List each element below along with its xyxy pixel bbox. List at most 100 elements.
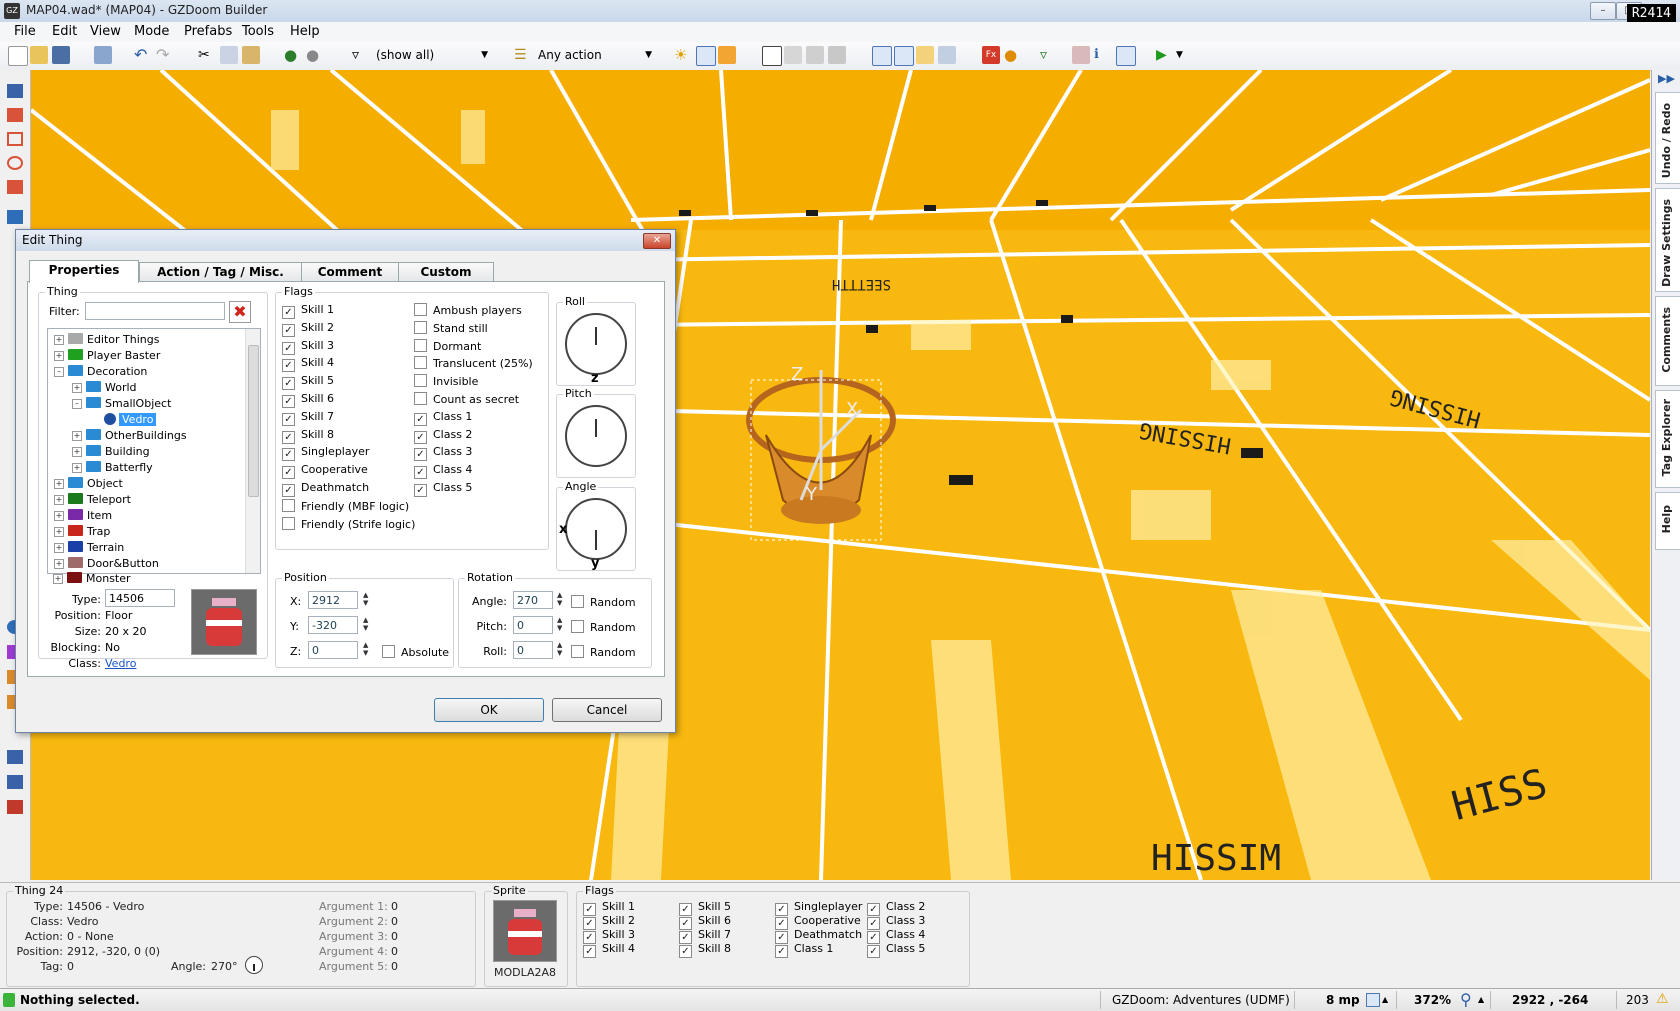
new-map-icon[interactable] [8,46,28,66]
tree-item-decoration[interactable]: – Decoration [54,365,147,378]
fog-icon[interactable] [1072,46,1090,64]
type-input[interactable]: 14506 [105,589,175,607]
flag-checkbox[interactable]: ✓ Skill 5 [282,374,334,391]
chevron-up-icon[interactable]: ▲ [1478,995,1484,1004]
paste-icon[interactable] [242,46,260,64]
fx-icon[interactable]: Fx [982,46,1000,64]
tree-item-batterfly[interactable]: + Batterfly [72,461,153,474]
comments-icon[interactable] [718,46,736,64]
menu-edit[interactable]: Edit [48,24,81,39]
flag-checkbox[interactable]: ✓ Class 5 [414,481,472,497]
pitch-input[interactable]: 0 [513,616,553,634]
flag-checkbox[interactable]: Translucent (25%) [414,356,533,370]
y-spinner[interactable]: ▲ ▼ [363,616,368,632]
roll-dial[interactable] [565,313,627,375]
cut-icon[interactable]: ✂ [198,46,216,64]
insert-prefab-icon[interactable]: ● [284,46,302,64]
models-filter-icon[interactable]: ▿ [1040,46,1058,64]
draw-curve-icon[interactable] [7,108,23,122]
tab-custom[interactable]: Custom [398,262,494,282]
menu-tools[interactable]: Tools [238,24,278,39]
flag-checkbox[interactable]: ✓ Skill 4 [583,942,635,958]
flag-checkbox[interactable]: Friendly (MBF logic) [282,498,409,513]
random-pitch-checkbox[interactable]: Random [571,620,636,634]
flag-checkbox[interactable]: Friendly (Strife logic) [282,516,415,531]
z-spinner[interactable]: ▲ ▼ [363,641,368,657]
dock-tab-help[interactable]: Help [1655,492,1680,550]
tab-action-tag-misc[interactable]: Action / Tag / Misc. [139,262,302,282]
open-map-icon[interactable] [30,46,48,64]
angle-spinner[interactable]: ▲ ▼ [557,591,562,607]
ok-button[interactable]: OK [434,698,544,722]
tab-properties[interactable]: Properties [29,260,139,283]
dock-tab-draw-settings[interactable]: Draw Settings [1655,188,1680,292]
tree-item-world[interactable]: + World [72,381,137,394]
roll-input[interactable]: 0 [513,641,553,659]
tree-scrollbar[interactable] [245,329,260,573]
flag-checkbox[interactable]: ✓ Cooperative [282,463,368,480]
merge-geometry-icon[interactable] [894,46,914,66]
grid-size[interactable]: 8 mp [1326,993,1360,1007]
snap-grid-icon[interactable] [872,46,892,66]
save-map-icon[interactable] [52,46,70,64]
texture-lock-icon[interactable] [916,46,934,64]
thing-type-tree[interactable]: + Editor Things + Player Baster – Decoratio… [47,328,261,574]
redo-icon[interactable]: ↷ [156,46,174,64]
minimize-button[interactable]: – [1590,2,1616,20]
flag-checkbox[interactable]: ✓ Skill 4 [282,356,334,373]
view-ceilings-icon[interactable] [828,46,846,64]
tree-item-vedro[interactable]: Vedro [104,413,157,426]
menu-view[interactable]: View [86,24,125,39]
tool-icon[interactable] [7,800,23,814]
tree-scrollbar-thumb[interactable] [248,345,259,497]
absolute-checkbox[interactable]: Absolute [382,645,449,659]
flag-checkbox[interactable]: ✓ Skill 8 [282,428,334,444]
warning-icon[interactable]: ⚠ [1656,991,1669,1007]
flag-checkbox[interactable]: ✓ Skill 8 [679,942,731,958]
tool-icon[interactable] [7,750,23,764]
things-filter-select[interactable]: (show all) ▼ [376,46,490,64]
tree-item-monster[interactable]: + Monster [53,572,131,585]
undo-icon[interactable]: ↶ [134,46,152,64]
info-icon[interactable]: ℹ [1094,46,1112,64]
brightness-icon[interactable]: ☀ [674,46,692,64]
menu-file[interactable]: File [10,24,40,39]
draw-rectangle-icon[interactable] [7,132,23,146]
flag-checkbox[interactable]: ✓ Skill 1 [282,303,334,319]
auto-align-icon[interactable] [938,46,956,64]
class-link[interactable]: Vedro [105,657,136,670]
pitch-dial[interactable] [565,405,627,467]
menu-prefabs[interactable]: Prefabs [180,24,236,39]
copy-icon[interactable] [220,46,238,64]
flag-checkbox[interactable]: Dormant [414,338,481,353]
dynamic-lights-icon[interactable]: ● [1004,46,1022,64]
z-input[interactable]: 0 [308,641,358,659]
zoom-icon[interactable]: ⚲ [1460,990,1472,1009]
flag-checkbox[interactable]: ✓ Skill 2 [282,321,334,337]
random-angle-checkbox[interactable]: Random [571,595,636,609]
tree-item-building[interactable]: + Building [72,445,150,458]
dock-expand-icon[interactable]: ▶▶ [1658,72,1675,85]
tree-item-terrain[interactable]: + Terrain [54,541,124,554]
tree-item-otherbuildings[interactable]: + OtherBuildings [72,429,187,442]
grid-icon[interactable] [696,46,716,66]
tool-icon[interactable] [7,775,23,789]
dock-tab-tag-explorer[interactable]: Tag Explorer [1655,390,1680,488]
dialog-close-button[interactable]: ✕ [643,233,671,249]
flag-checkbox[interactable]: ✓ Class 5 [867,942,925,958]
height-icon[interactable] [1116,46,1136,66]
cancel-button[interactable]: Cancel [552,698,662,722]
x-input[interactable]: 2912 [308,591,358,609]
chevron-down-icon[interactable]: ▼ [1176,46,1194,64]
action-filter-select[interactable]: Any action ▼ [538,46,654,64]
draw-grid-icon[interactable] [7,180,23,194]
flag-checkbox[interactable]: ✓ Skill 6 [282,392,334,408]
flag-checkbox[interactable]: ✓ Skill 7 [282,410,334,426]
tree-item-player-baster[interactable]: + Player Baster [54,349,160,362]
flag-checkbox[interactable]: ✓ Skill 3 [282,339,334,355]
angle-dial[interactable] [565,498,627,560]
tab-comment[interactable]: Comment [301,262,399,282]
view-floors-icon[interactable] [806,46,824,64]
tree-item-teleport[interactable]: + Teleport [54,493,131,506]
draw-ellipse-icon[interactable] [7,156,23,170]
